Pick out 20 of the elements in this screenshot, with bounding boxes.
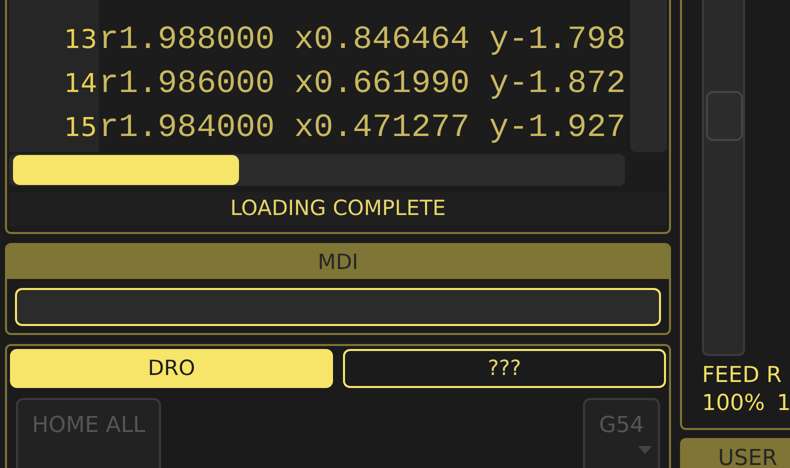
horizontal-scrollbar[interactable]: [9, 154, 625, 186]
status-text: LOADING COMPLETE: [9, 192, 667, 226]
code-line: r1.986000 x0.661990 y-1.872: [99, 64, 626, 104]
feed-reading: 1: [776, 390, 790, 418]
line-number: 15: [63, 112, 98, 144]
feed-label: FEED R: [702, 362, 783, 390]
line-number: 14: [63, 68, 98, 100]
scrollbar-thumb[interactable]: [13, 155, 239, 185]
mdi-input-field[interactable]: [15, 288, 661, 326]
panel-title: MDI: [7, 245, 669, 279]
line-number: 13: [63, 24, 98, 56]
caret-icon: [638, 446, 652, 454]
code-line: r1.988000 x0.846464 y-1.798: [99, 20, 626, 60]
user-panel-title: USER: [680, 438, 790, 468]
code-line: r1.984000 x0.471277 y-1.927: [99, 108, 626, 148]
tab[interactable]: DRO: [10, 349, 333, 388]
slider-thumb[interactable]: [706, 91, 743, 142]
feed-reading: 100%: [702, 390, 765, 418]
tab[interactable]: ???: [343, 349, 666, 388]
vertical-slider[interactable]: [702, 0, 745, 356]
